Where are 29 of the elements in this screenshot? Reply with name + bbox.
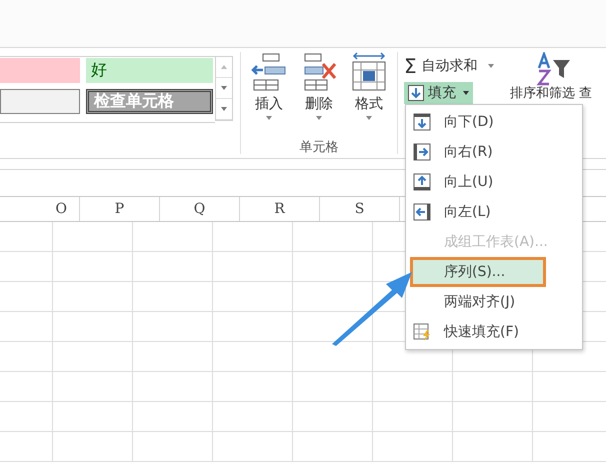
- column-header[interactable]: P: [80, 197, 160, 221]
- delete-cells-button[interactable]: 删除: [298, 52, 340, 120]
- column-header[interactable]: R: [240, 197, 320, 221]
- flash-fill-icon: [413, 323, 431, 341]
- fill-down-icon: [408, 85, 424, 101]
- style-swatch[interactable]: 好: [86, 58, 213, 83]
- menu-item[interactable]: 序列(S)...: [410, 257, 546, 287]
- style-swatch[interactable]: [0, 58, 80, 83]
- fill-direction-icon: [413, 143, 431, 161]
- menu-item[interactable]: 快速填充(F): [406, 317, 582, 347]
- menu-item[interactable]: 向下(D): [406, 107, 582, 137]
- column-header[interactable]: O: [0, 197, 80, 221]
- menu-item[interactable]: 向左(L): [406, 197, 582, 227]
- sort-filter-icon: [536, 52, 572, 86]
- autosum-button[interactable]: Σ 自动求和: [404, 54, 512, 78]
- sort-filter-label[interactable]: 排序和筛选: [510, 86, 575, 102]
- fill-direction-icon: [413, 113, 431, 131]
- fill-button[interactable]: 填充: [404, 82, 473, 104]
- fill-direction-icon: [413, 203, 431, 221]
- column-header[interactable]: S: [320, 197, 400, 221]
- menu-item[interactable]: 向右(R): [406, 137, 582, 167]
- format-cells-button[interactable]: 格式: [348, 52, 390, 120]
- group-label: 单元格: [300, 139, 338, 156]
- menu-item[interactable]: 向上(U): [406, 167, 582, 197]
- insert-cells-button[interactable]: 插入: [248, 52, 290, 120]
- column-header[interactable]: Q: [160, 197, 240, 221]
- style-swatch[interactable]: [0, 89, 80, 114]
- menu-item[interactable]: 两端对齐(J): [406, 287, 582, 317]
- fill-direction-icon: [413, 173, 431, 191]
